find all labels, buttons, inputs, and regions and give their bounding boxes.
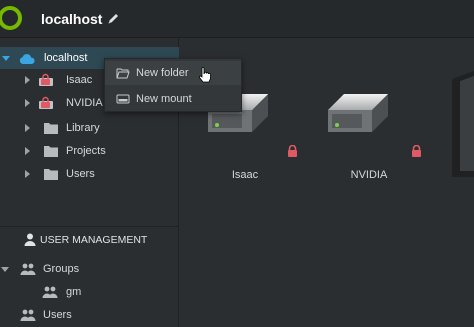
partial-tile-icon [452, 71, 474, 177]
chevron-right-icon[interactable] [25, 76, 30, 84]
app-header: localhost [0, 0, 474, 38]
tree-item-label: Users [66, 168, 95, 180]
group-icon [20, 263, 36, 275]
tree-item-projects[interactable]: Projects [0, 140, 179, 162]
user-management-header: USER MANAGEMENT [0, 230, 179, 250]
user-icon [24, 233, 36, 246]
folder-open-icon [116, 68, 130, 79]
drive-icon [116, 94, 130, 104]
folder-icon [44, 169, 58, 180]
folder-icon [44, 146, 58, 157]
context-menu: New folder New mount [104, 58, 242, 112]
pencil-icon[interactable] [107, 12, 120, 25]
menu-item-label: New folder [136, 67, 189, 79]
group-icon [42, 286, 58, 298]
chevron-right-icon[interactable] [25, 147, 30, 155]
tree-item-label: Users [43, 309, 72, 321]
tree-item-label: Projects [66, 145, 106, 157]
section-title: USER MANAGEMENT [40, 234, 148, 246]
chevron-down-icon[interactable] [1, 267, 9, 272]
omniverse-logo-icon [0, 6, 22, 30]
tree-item-label: Isaac [66, 74, 93, 86]
drive-label: NVIDIA [350, 169, 388, 181]
lock-drive-icon [39, 96, 53, 109]
chevron-right-icon[interactable] [25, 170, 30, 178]
tree-item-group-gm[interactable]: gm [0, 281, 179, 303]
lock-icon [288, 145, 297, 157]
tree-item-users[interactable]: Users [0, 163, 179, 185]
drive-label: Isaac [231, 169, 259, 181]
group-icon [20, 309, 36, 321]
tree-item-users-management[interactable]: Users [0, 304, 179, 326]
tree-item-label: NVIDIA [66, 97, 103, 109]
tree-item-label: localhost [44, 52, 88, 64]
lock-drive-icon [39, 73, 53, 86]
hard-drive-icon [328, 94, 388, 132]
tree-item-library[interactable]: Library [0, 117, 179, 139]
drive-tile-nvidia[interactable] [322, 80, 412, 180]
chevron-down-icon[interactable] [2, 56, 10, 61]
menu-item-new-mount[interactable]: New mount [105, 87, 241, 111]
menu-item-new-folder[interactable]: New folder [105, 61, 241, 85]
tree-item-label: gm [66, 286, 82, 298]
chevron-right-icon[interactable] [25, 124, 30, 132]
cloud-icon [19, 54, 35, 64]
folder-icon [44, 123, 58, 134]
server-title: localhost [41, 11, 103, 27]
tree-item-label: Groups [43, 263, 80, 275]
lock-icon [412, 145, 421, 157]
menu-item-label: New mount [136, 93, 192, 105]
tree-item-groups[interactable]: Groups [0, 258, 179, 280]
chevron-right-icon[interactable] [25, 99, 30, 107]
section-divider [0, 226, 179, 227]
tree-item-label: Library [66, 122, 100, 134]
hand-pointer-icon [199, 67, 211, 83]
